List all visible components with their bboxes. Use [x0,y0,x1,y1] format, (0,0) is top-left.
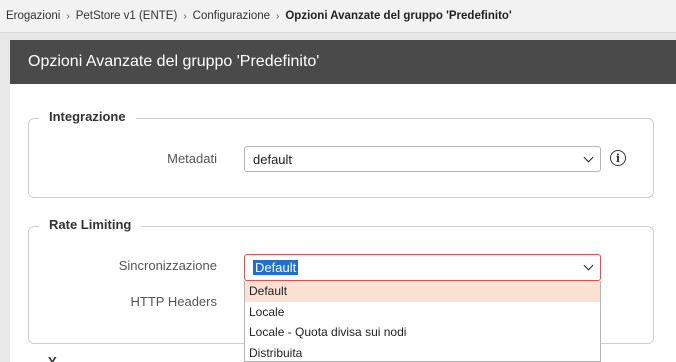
breadcrumb: Erogazioni › PetStore v1 (ENTE) › Config… [0,0,676,33]
chevron-down-icon [583,260,594,271]
integrazione-legend: Integrazione [39,109,136,124]
rate-limiting-legend: Rate Limiting [39,217,142,232]
sincronizzazione-select[interactable]: Default [244,254,601,281]
http-headers-label: HTTP Headers [130,294,217,309]
chevron-down-icon [583,152,594,163]
page-title: Opzioni Avanzate del gruppo 'Predefinito… [10,40,676,84]
option-default[interactable]: Default [245,281,600,302]
chevron-right-icon: › [276,10,280,22]
metadati-label: Metadati [167,151,217,166]
breadcrumb-petstore[interactable]: PetStore v1 (ENTE) [76,10,178,22]
sincronizzazione-options-list: Default Locale Locale - Quota divisa sui… [244,281,601,362]
breadcrumb-current: Opzioni Avanzate del gruppo 'Predefinito… [285,10,512,22]
info-icon[interactable]: i [610,150,626,166]
breadcrumb-erogazioni[interactable]: Erogazioni [6,10,60,22]
option-locale[interactable]: Locale [245,302,600,323]
metadati-select[interactable]: default [244,146,601,172]
chevron-right-icon: › [183,10,187,22]
option-locale-quota[interactable]: Locale - Quota divisa sui nodi [245,322,600,343]
metadati-value: default [253,151,293,167]
sincronizzazione-value: Default [253,260,299,275]
next-section-legend: Y... [38,354,77,362]
sincronizzazione-label: Sincronizzazione [118,258,217,273]
breadcrumb-configurazione[interactable]: Configurazione [193,10,270,22]
chevron-right-icon: › [66,10,70,22]
option-distribuita[interactable]: Distribuita [245,343,600,362]
